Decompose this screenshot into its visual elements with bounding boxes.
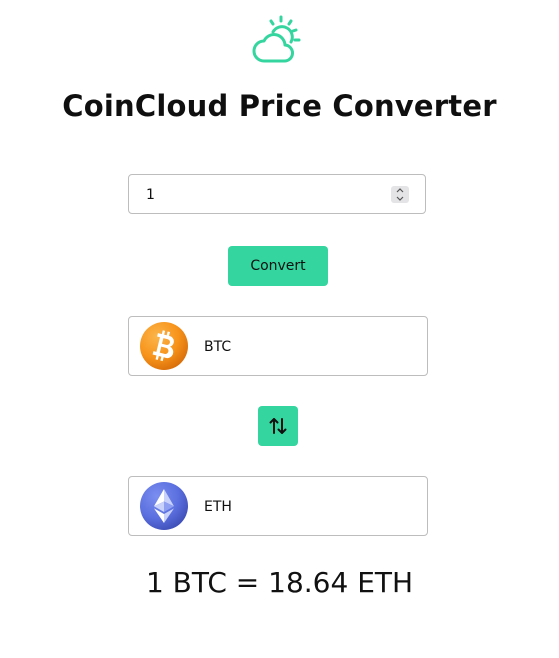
bitcoin-icon	[140, 322, 188, 370]
swap-button[interactable]	[258, 406, 298, 446]
to-coin-selector[interactable]: ETH	[128, 476, 428, 536]
convert-button[interactable]: Convert	[228, 246, 328, 286]
amount-input[interactable]: 1	[128, 174, 426, 214]
amount-value: 1	[146, 187, 155, 203]
conversion-result: 1 BTC = 18.64 ETH	[145, 566, 414, 599]
ethereum-icon	[140, 482, 188, 530]
from-coin-selector[interactable]: BTC	[128, 316, 428, 376]
to-coin-label: ETH	[204, 499, 232, 515]
from-coin-label: BTC	[204, 339, 232, 355]
page-title: CoinCloud Price Converter	[62, 89, 497, 123]
number-spinner[interactable]	[391, 186, 409, 203]
cloud-sun-icon	[252, 14, 304, 64]
swap-arrows-icon	[269, 418, 287, 434]
